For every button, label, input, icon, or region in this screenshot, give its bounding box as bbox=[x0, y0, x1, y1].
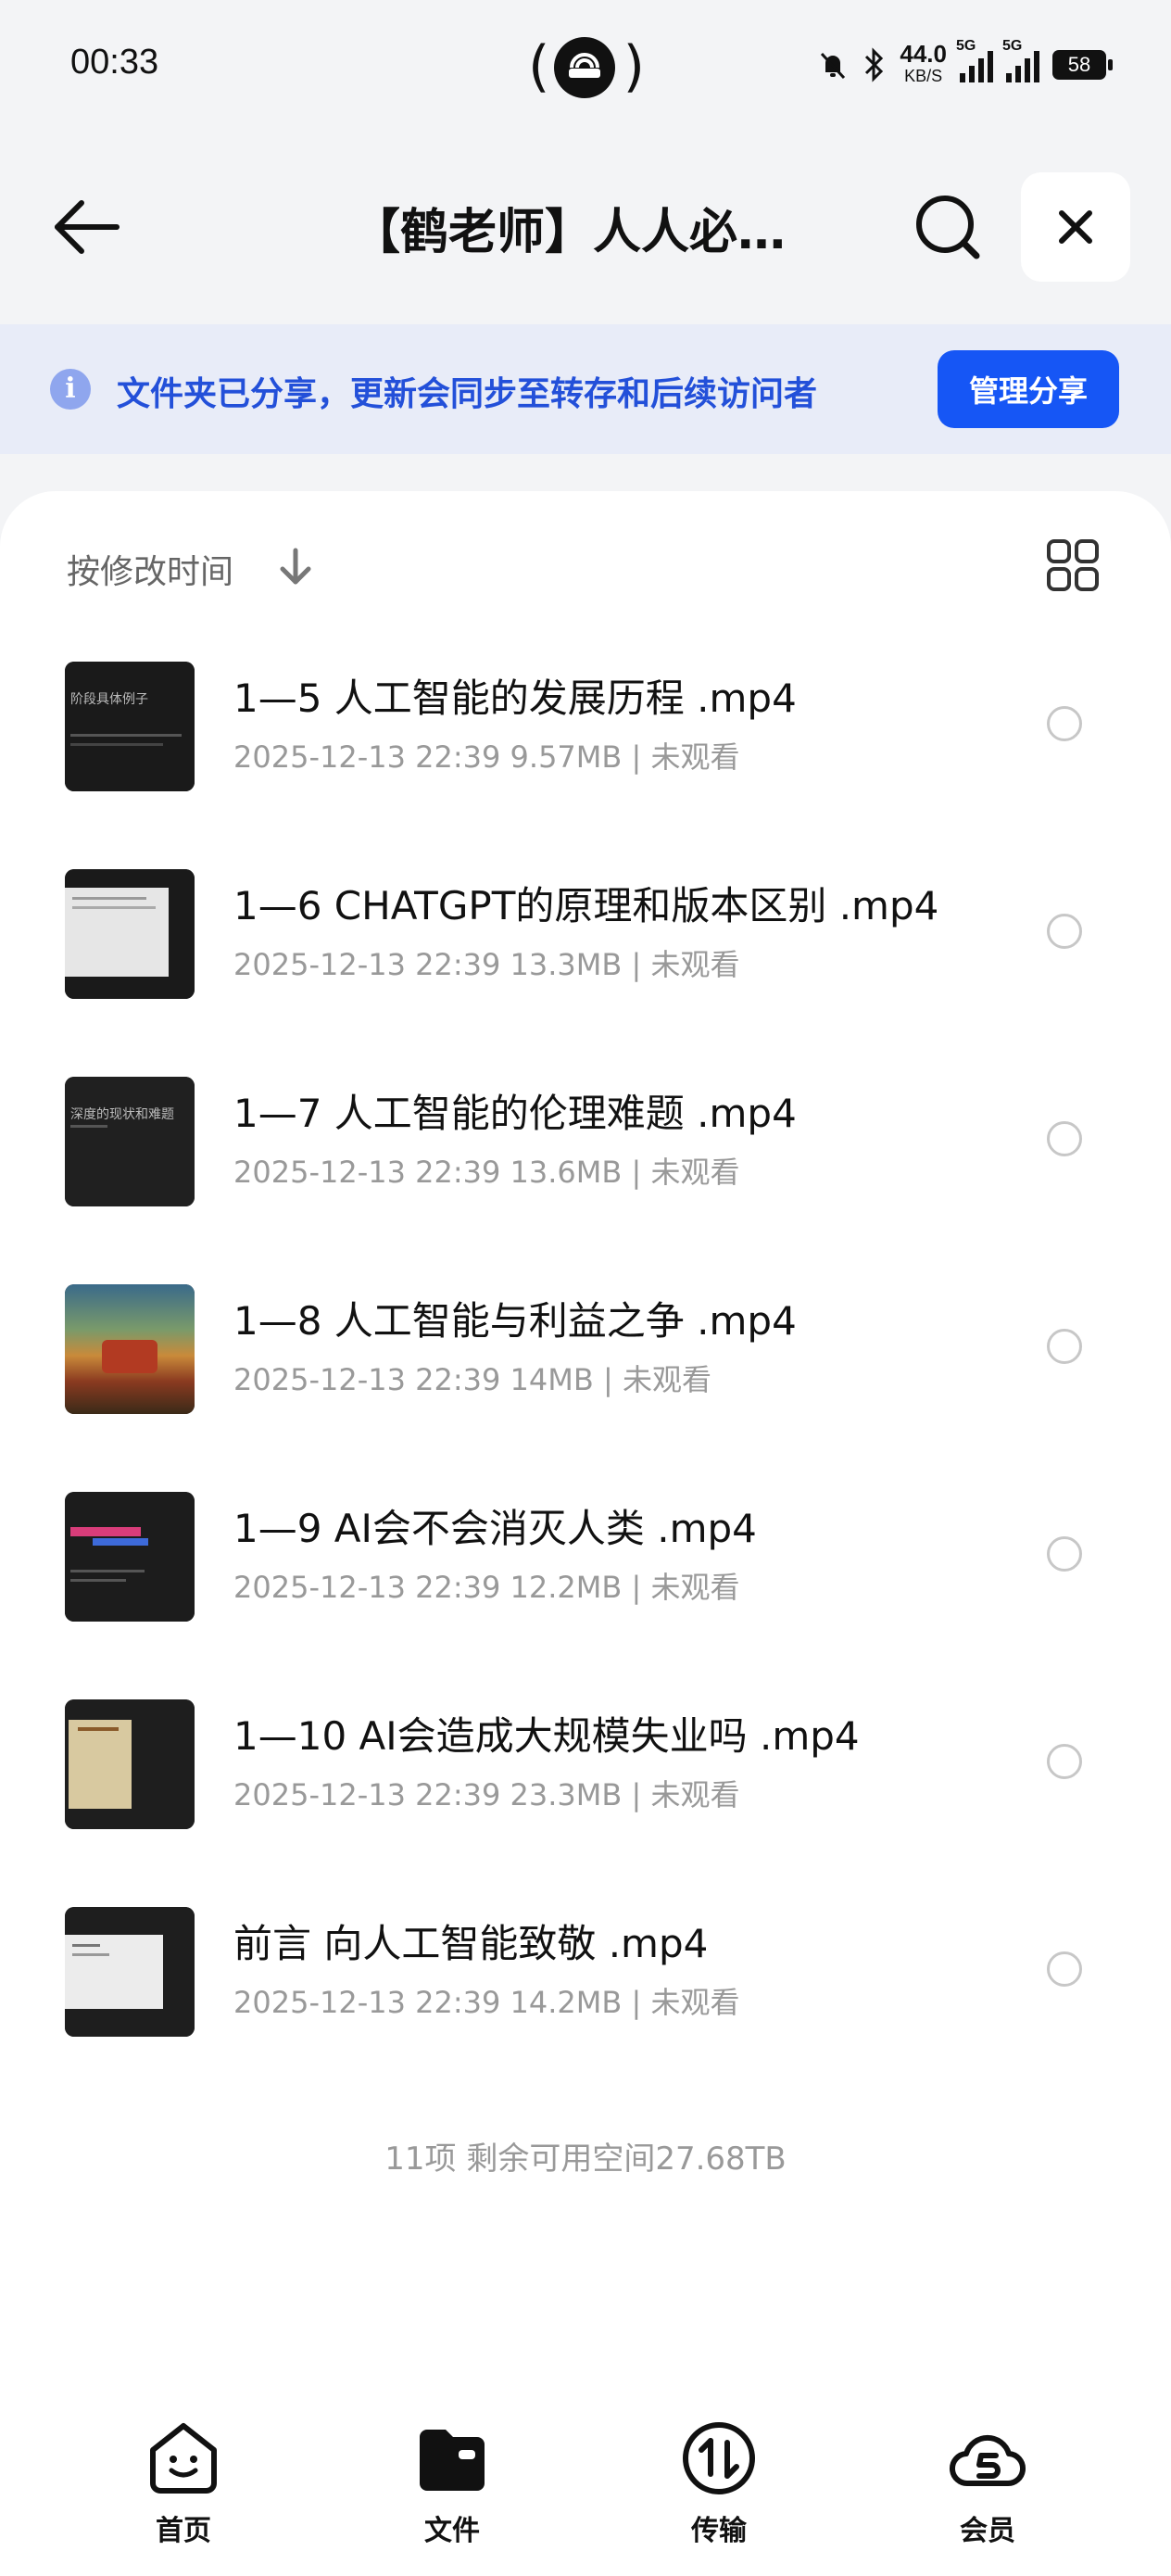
file-meta: 2025-12-13 22:39 12.2MB | 未观看 bbox=[233, 1570, 740, 1605]
battery-icon: 58 bbox=[1052, 50, 1113, 80]
file-name: 1—8 人工智能与利益之争 .mp4 bbox=[233, 1298, 797, 1344]
file-row[interactable]: 1—8 人工智能与利益之争 .mp4 2025-12-13 22:39 14MB… bbox=[0, 1284, 1171, 1492]
back-button[interactable] bbox=[46, 185, 130, 269]
file-meta: 2025-12-13 22:39 13.3MB | 未观看 bbox=[233, 947, 740, 982]
page-title: 【鹤老师】人人必… bbox=[352, 205, 787, 260]
file-meta: 2025-12-13 22:39 14MB | 未观看 bbox=[233, 1362, 711, 1397]
search-button[interactable] bbox=[908, 185, 991, 269]
manage-share-button[interactable]: 管理分享 bbox=[938, 350, 1119, 428]
back-arrow-icon bbox=[55, 200, 120, 254]
select-radio[interactable] bbox=[1047, 1951, 1082, 1987]
video-thumbnail bbox=[65, 869, 195, 999]
file-row[interactable]: 前言 向人工智能致敬 .mp4 2025-12-13 22:39 14.2MB … bbox=[0, 1907, 1171, 2115]
file-meta: 2025-12-13 22:39 14.2MB | 未观看 bbox=[233, 1985, 740, 2020]
file-row[interactable]: 1—6 CHATGPT的原理和版本区别 .mp4 2025-12-13 22:3… bbox=[0, 869, 1171, 1077]
video-thumbnail bbox=[65, 1699, 195, 1829]
tab-transfer[interactable]: 传输 bbox=[645, 2418, 793, 2548]
select-radio[interactable] bbox=[1047, 1121, 1082, 1156]
file-name: 1—5 人工智能的发展历程 .mp4 bbox=[233, 676, 797, 721]
file-meta: 2025-12-13 22:39 13.6MB | 未观看 bbox=[233, 1155, 740, 1190]
select-radio[interactable] bbox=[1047, 914, 1082, 949]
share-banner-text: 文件夹已分享，更新会同步至转存和后续访问者 bbox=[117, 375, 818, 413]
sort-down-arrow-icon[interactable] bbox=[276, 545, 315, 589]
grid-view-icon[interactable] bbox=[1045, 537, 1101, 593]
select-radio[interactable] bbox=[1047, 706, 1082, 741]
folder-icon bbox=[420, 2430, 485, 2491]
select-radio[interactable] bbox=[1047, 1329, 1082, 1364]
file-meta: 2025-12-13 22:39 23.3MB | 未观看 bbox=[233, 1777, 740, 1812]
status-time: 00:33 bbox=[70, 43, 159, 82]
sort-label[interactable]: 按修改时间 bbox=[67, 545, 233, 593]
file-name: 1—10 AI会造成大规模失业吗 .mp4 bbox=[233, 1713, 860, 1759]
file-name: 1—9 AI会不会消灭人类 .mp4 bbox=[233, 1506, 757, 1551]
signal-2-icon: 5G bbox=[1002, 38, 1039, 82]
video-thumbnail bbox=[65, 1284, 195, 1414]
tab-home-label: 首页 bbox=[156, 2515, 211, 2547]
video-thumbnail bbox=[65, 1492, 195, 1622]
file-row[interactable]: 深度的现状和难题 1—7 人工智能的伦理难题 .mp4 2025-12-13 2… bbox=[0, 1077, 1171, 1284]
tab-transfer-label: 传输 bbox=[691, 2515, 747, 2547]
file-row[interactable]: 1—10 AI会造成大规模失业吗 .mp4 2025-12-13 22:39 2… bbox=[0, 1699, 1171, 1907]
file-name: 1—7 人工智能的伦理难题 .mp4 bbox=[233, 1091, 797, 1136]
tab-vip-label: 会员 bbox=[960, 2515, 1015, 2547]
vip-cloud-icon bbox=[950, 2434, 1026, 2487]
tab-home[interactable]: 首页 bbox=[109, 2418, 258, 2548]
network-speed: 44.0 KB/S bbox=[900, 40, 947, 85]
search-icon bbox=[916, 196, 980, 259]
file-meta: 2025-12-13 22:39 9.57MB | 未观看 bbox=[233, 739, 740, 775]
select-radio[interactable] bbox=[1047, 1744, 1082, 1779]
file-row[interactable]: 1—9 AI会不会消灭人类 .mp4 2025-12-13 22:39 12.2… bbox=[0, 1492, 1171, 1699]
info-icon: i bbox=[50, 369, 91, 410]
bluetooth-icon bbox=[865, 47, 884, 82]
home-face-icon bbox=[150, 2423, 217, 2494]
close-button[interactable] bbox=[1021, 172, 1130, 282]
close-icon bbox=[1059, 210, 1092, 244]
tab-vip[interactable]: 会员 bbox=[913, 2418, 1062, 2548]
video-thumbnail: 深度的现状和难题 bbox=[65, 1077, 195, 1206]
file-name: 前言 向人工智能致敬 .mp4 bbox=[233, 1921, 709, 1966]
storage-summary: 11项 剩余可用空间27.68TB bbox=[384, 2140, 787, 2178]
signal-1-icon: 5G bbox=[956, 38, 993, 82]
tab-files-label: 文件 bbox=[424, 2515, 480, 2547]
file-row[interactable]: 阶段具体例子 1—5 人工智能的发展历程 .mp4 2025-12-13 22:… bbox=[0, 662, 1171, 869]
tab-files[interactable]: 文件 bbox=[378, 2418, 526, 2548]
select-radio[interactable] bbox=[1047, 1536, 1082, 1572]
video-thumbnail: 阶段具体例子 bbox=[65, 662, 195, 791]
file-name: 1—6 CHATGPT的原理和版本区别 .mp4 bbox=[233, 883, 939, 928]
mute-bell-icon bbox=[821, 52, 846, 80]
hotspot-icon: ( ) bbox=[528, 34, 645, 99]
transfer-icon bbox=[683, 2422, 755, 2494]
status-indicators: 44.0 KB/S 5G 5G 58 bbox=[816, 37, 1113, 93]
video-thumbnail bbox=[65, 1907, 195, 2037]
